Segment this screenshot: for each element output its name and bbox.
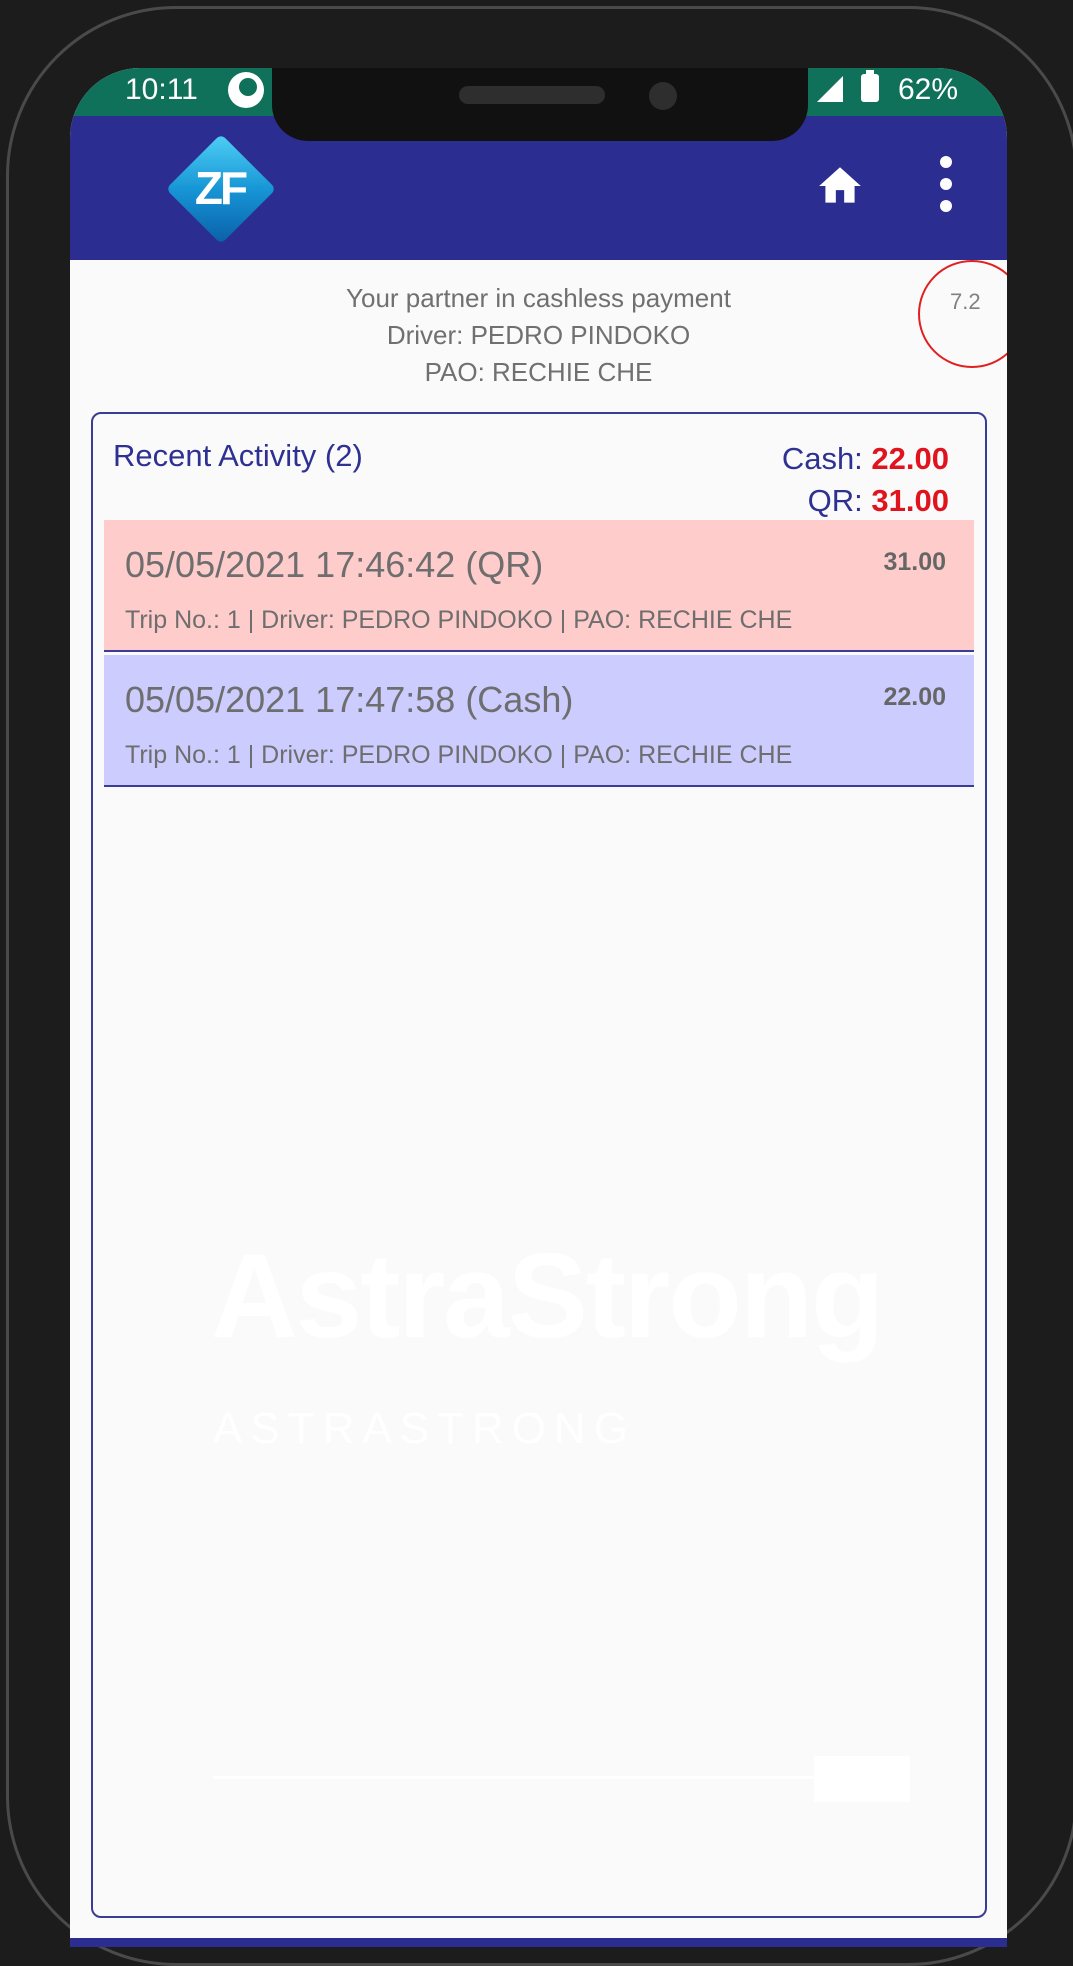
home-icon[interactable] [814,161,866,211]
more-vertical-icon[interactable] [938,154,954,214]
qr-label: QR: [807,483,863,518]
activity-details: Trip No.: 1 | Driver: PEDRO PINDOKO | PA… [125,606,793,634]
cell-signal-icon [817,76,843,102]
front-camera [649,82,677,110]
app-screen: 10:11 62% ZF Your partner in cashless pa… [70,68,1007,1947]
app-notification-icon [228,72,264,108]
activity-datetime: 05/05/2021 17:47:58 (Cash) [125,679,574,720]
activity-amount: 31.00 [883,548,946,576]
activity-item-qr[interactable]: 05/05/2021 17:46:42 (QR) 31.00 Trip No.:… [104,520,974,652]
watermark-title: AstraStrong [211,1229,884,1363]
cash-total-line: Cash: 22.00 [782,438,949,480]
watermark-box [814,1756,910,1802]
battery-percentage: 62% [898,73,959,106]
qr-total-line: QR: 31.00 [782,480,949,522]
cash-total: 22.00 [871,441,949,476]
activity-item-cash[interactable]: 05/05/2021 17:47:58 (Cash) 22.00 Trip No… [104,655,974,787]
driver-name: Driver: PEDRO PINDOKO [386,320,691,350]
app-logo[interactable]: ZF [165,133,277,245]
activity-amount: 22.00 [883,683,946,711]
speaker-grille [459,86,605,104]
header-info: Your partner in cashless payment Driver:… [70,280,1007,391]
watermark-line [213,1776,813,1779]
recent-activity-card: Recent Activity (2) Cash: 22.00 QR: 31.0… [91,412,987,1918]
bottom-nav-strip [70,1938,1007,1947]
qr-total: 31.00 [871,483,949,518]
recent-activity-title: Recent Activity (2) [113,438,363,473]
activity-datetime: 05/05/2021 17:46:42 (QR) [125,544,544,585]
menu-dot [940,200,952,212]
pao-name: PAO: RECHIE CHE [424,357,653,387]
menu-dot [940,178,952,190]
watermark-subtitle: ASTRASTRONG [213,1404,636,1453]
totals-summary: Cash: 22.00 QR: 31.00 [782,438,949,522]
cash-label: Cash: [781,441,863,476]
camera-notch [272,68,808,141]
status-time: 10:11 [125,73,198,106]
tagline: Your partner in cashless payment [346,283,731,313]
logo-text: ZF [194,162,248,214]
battery-icon [861,70,879,102]
activity-details: Trip No.: 1 | Driver: PEDRO PINDOKO | PA… [125,741,793,769]
menu-dot [940,156,952,168]
